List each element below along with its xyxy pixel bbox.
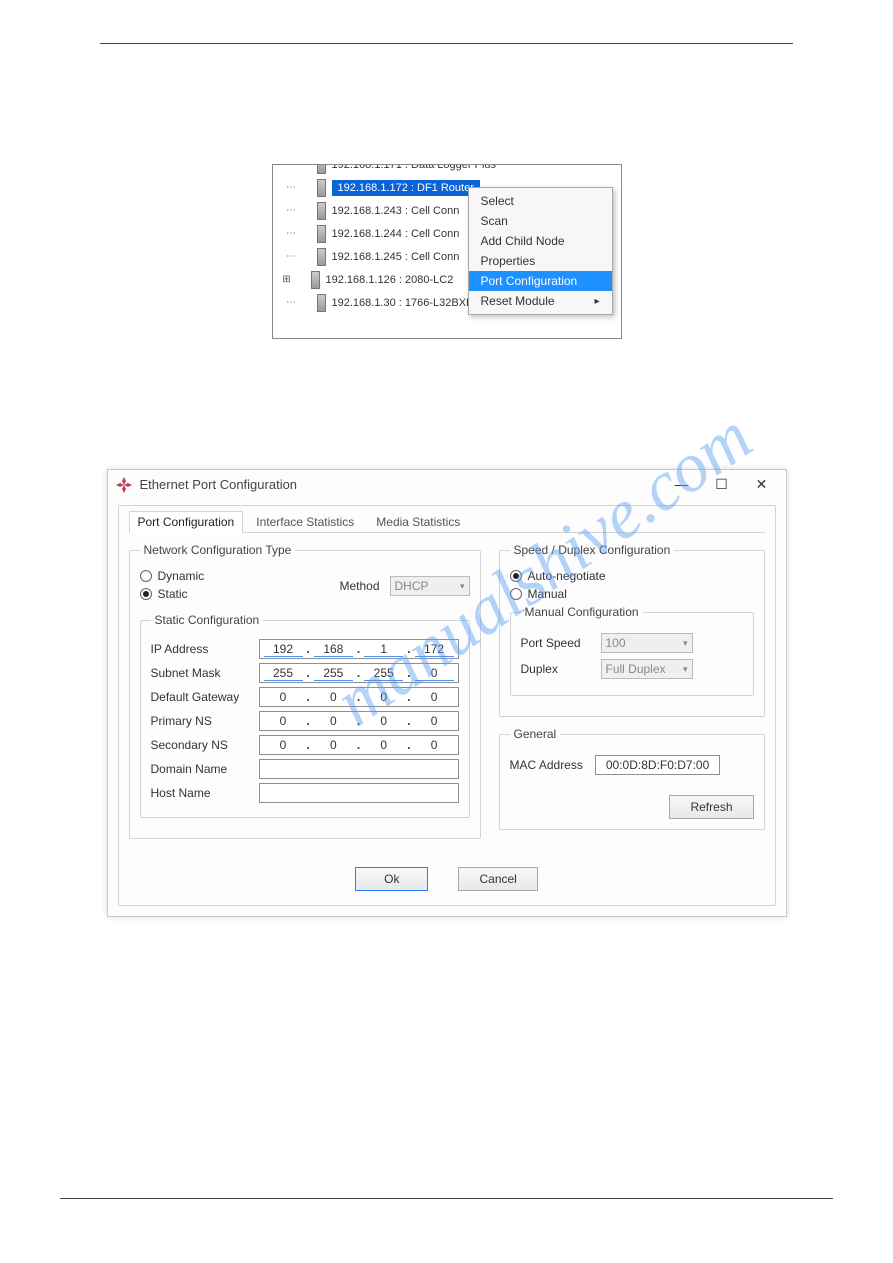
network-config-group: Network Configuration Type Dynamic Stati… [129, 543, 481, 839]
ctx-scan[interactable]: Scan [469, 211, 612, 231]
manual-config-group: Manual Configuration Port Speed 100▾ Dup… [510, 605, 754, 696]
ctx-select[interactable]: Select [469, 191, 612, 211]
module-icon [317, 294, 326, 312]
module-icon [317, 164, 326, 174]
radio-icon [510, 570, 522, 582]
chevron-down-icon: ▾ [683, 638, 688, 649]
ctx-add-child[interactable]: Add Child Node [469, 231, 612, 251]
gateway-input[interactable]: 0. 0. 0. 0 [259, 687, 459, 707]
primary-ns-label: Primary NS [151, 714, 251, 728]
mac-value: 00:0D:8D:F0:D7:00 [595, 755, 720, 775]
method-label: Method [339, 579, 379, 593]
ethernet-port-config-dialog: Ethernet Port Configuration — ☐ ✕ Port C… [107, 469, 787, 917]
module-icon [317, 248, 326, 266]
ok-button[interactable]: Ok [355, 867, 428, 891]
primary-ns-input[interactable]: 0. 0. 0. 0 [259, 711, 459, 731]
ctx-port-config[interactable]: Port Configuration [469, 271, 612, 291]
minimize-button[interactable]: — [674, 476, 690, 493]
titlebar: Ethernet Port Configuration — ☐ ✕ [108, 470, 786, 505]
module-icon [317, 202, 326, 220]
tab-media-stats[interactable]: Media Statistics [367, 511, 469, 533]
ctx-properties[interactable]: Properties [469, 251, 612, 271]
app-icon [116, 477, 132, 493]
duplex-label: Duplex [521, 662, 591, 676]
tree-label: 192.168.1.171 : Data Logger Plus [332, 164, 497, 171]
module-icon [317, 179, 326, 197]
general-legend: General [510, 727, 561, 741]
radio-auto-negotiate[interactable]: Auto-negotiate [510, 569, 754, 583]
port-speed-label: Port Speed [521, 636, 591, 650]
radio-icon [140, 588, 152, 600]
general-group: General MAC Address 00:0D:8D:F0:D7:00 Re… [499, 727, 765, 830]
network-config-legend: Network Configuration Type [140, 543, 296, 557]
close-button[interactable]: ✕ [754, 476, 770, 493]
tree-label: 192.168.1.243 : Cell Conn [332, 205, 460, 217]
divider [100, 43, 793, 44]
manual-config-legend: Manual Configuration [521, 605, 643, 619]
subnet-label: Subnet Mask [151, 666, 251, 680]
radio-dynamic[interactable]: Dynamic [140, 569, 205, 583]
cancel-button[interactable]: Cancel [458, 867, 537, 891]
radio-icon [140, 570, 152, 582]
tree-panel: 192.168.1.171 : Data Logger Plus 192.168… [272, 164, 622, 339]
static-config-group: Static Configuration IP Address 192. 168… [140, 613, 470, 818]
tree-label: 192.168.1.245 : Cell Conn [332, 251, 460, 263]
chevron-down-icon: ▾ [683, 664, 688, 675]
module-icon [317, 225, 326, 243]
maximize-button[interactable]: ☐ [714, 476, 730, 493]
method-select[interactable]: DHCP▾ [390, 576, 470, 596]
tree-row-0[interactable]: 192.168.1.171 : Data Logger Plus [281, 164, 621, 176]
radio-manual[interactable]: Manual [510, 587, 754, 601]
window-title: Ethernet Port Configuration [140, 477, 298, 492]
tabs: Port Configuration Interface Statistics … [129, 510, 765, 533]
radio-icon [510, 588, 522, 600]
secondary-ns-label: Secondary NS [151, 738, 251, 752]
secondary-ns-input[interactable]: 0. 0. 0. 0 [259, 735, 459, 755]
host-input[interactable] [259, 783, 459, 803]
context-menu: Select Scan Add Child Node Properties Po… [468, 187, 613, 315]
subnet-input[interactable]: 255. 255. 255. 0 [259, 663, 459, 683]
ctx-reset-module[interactable]: Reset Module▸ [469, 291, 612, 311]
tab-port-config[interactable]: Port Configuration [129, 511, 244, 533]
ip-address-input[interactable]: 192. 168. 1. 172 [259, 639, 459, 659]
radio-static[interactable]: Static [140, 587, 205, 601]
gateway-label: Default Gateway [151, 690, 251, 704]
duplex-select[interactable]: Full Duplex▾ [601, 659, 693, 679]
domain-input[interactable] [259, 759, 459, 779]
module-icon [311, 271, 320, 289]
ip-label: IP Address [151, 642, 251, 656]
tree-label: 192.168.1.172 : DF1 Router [332, 180, 480, 196]
refresh-button[interactable]: Refresh [669, 795, 753, 819]
submenu-arrow-icon: ▸ [594, 296, 599, 307]
divider [60, 1198, 833, 1199]
domain-label: Domain Name [151, 762, 251, 776]
tab-iface-stats[interactable]: Interface Statistics [247, 511, 363, 533]
static-config-legend: Static Configuration [151, 613, 264, 627]
tree-label: 192.168.1.126 : 2080-LC2 [326, 274, 454, 286]
mac-label: MAC Address [510, 758, 583, 772]
speed-duplex-group: Speed / Duplex Configuration Auto-negoti… [499, 543, 765, 717]
speed-duplex-legend: Speed / Duplex Configuration [510, 543, 675, 557]
port-speed-select[interactable]: 100▾ [601, 633, 693, 653]
host-label: Host Name [151, 786, 251, 800]
expander-icon[interactable]: ⊞ [281, 274, 293, 285]
chevron-down-icon: ▾ [460, 581, 465, 592]
tree-label: 192.168.1.244 : Cell Conn [332, 228, 460, 240]
